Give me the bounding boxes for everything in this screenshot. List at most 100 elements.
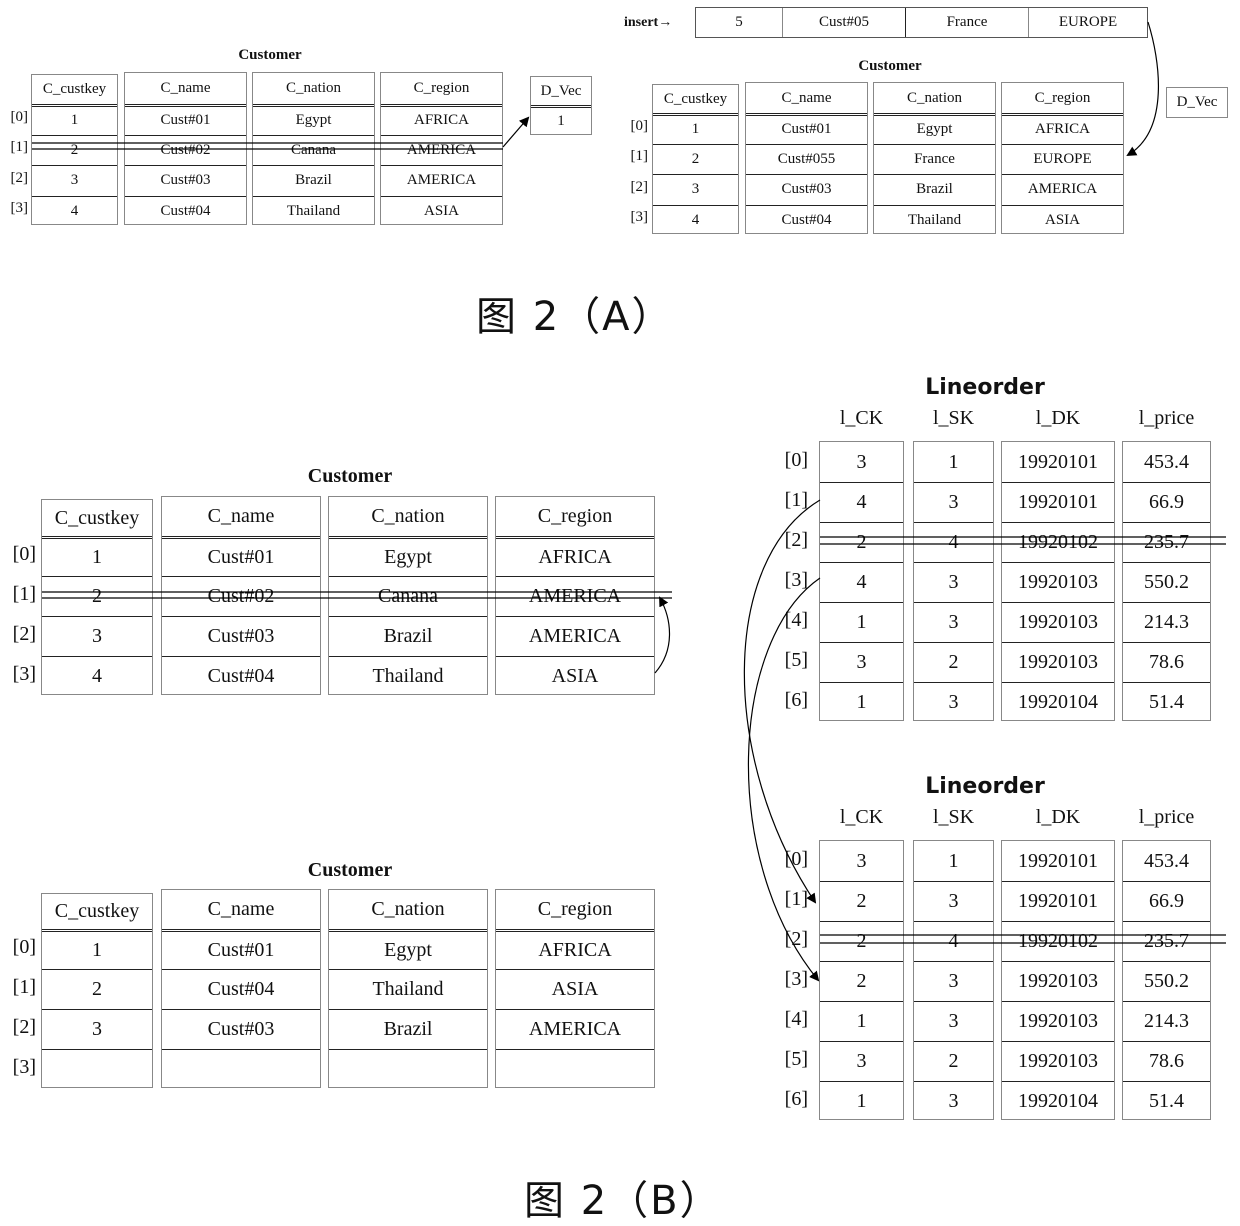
table-cell: Thailand: [329, 656, 487, 696]
table-column: C_nation Egypt Thailand Brazil: [328, 889, 488, 1088]
insert-label: insert→: [624, 15, 673, 30]
dvec-value: 1: [531, 105, 591, 135]
table-cell: 3: [914, 682, 993, 722]
column-header: C_name: [207, 898, 275, 920]
table-cell: 4: [914, 522, 993, 562]
table-cell: 19920101: [1018, 849, 1098, 872]
table-column: C_name Cust#01 Cust#055 Cust#03 Cust#04: [745, 82, 868, 234]
table-cell: 1: [42, 536, 152, 576]
table-cell: [42, 1049, 152, 1089]
table-cell: 19920101: [1002, 482, 1114, 522]
insert-custkey: 5: [696, 8, 783, 37]
arrow-to-dvec: [502, 116, 530, 148]
dvec-column: D_Vec 1: [530, 76, 592, 135]
table-cell: 3: [820, 1041, 903, 1081]
table-column: 453.4 66.9 235.7 550.2 214.3 78.6 51.4: [1122, 840, 1211, 1120]
row-index: [0]: [784, 848, 808, 870]
table-cell: 19920102: [1002, 522, 1114, 562]
table-cell: AFRICA: [496, 929, 654, 969]
table-cell: AFRICA: [496, 536, 654, 576]
move-arrow: [654, 596, 671, 674]
row-index: [1]: [784, 489, 808, 511]
table-cell: [496, 1049, 654, 1089]
table-cell: ASIA: [1002, 204, 1123, 236]
table-cell: Cust#04: [746, 204, 867, 236]
insert-nation: France: [906, 8, 1029, 37]
update-arrow: [747, 577, 821, 982]
table-cell: 3: [914, 961, 993, 1001]
table-cell: 19920103: [1002, 1041, 1114, 1081]
table-column: 19920101 19920101 19920102 19920103 19920103…: [1001, 840, 1115, 1120]
column-header: C_custkey: [54, 900, 140, 922]
table-cell: AMERICA: [496, 616, 654, 656]
table-cell: AMERICA: [381, 165, 502, 196]
column-header: C_nation: [286, 80, 341, 96]
column-header: C_region: [537, 505, 613, 527]
table-column: C_name Cust#01 Cust#02 Cust#03 Cust#04: [124, 72, 247, 225]
table-cell: 453.4: [1144, 849, 1189, 872]
table-cell: 19920101: [1018, 450, 1098, 473]
row-index: [2]: [10, 169, 29, 186]
table-cell: Brazil: [329, 616, 487, 656]
table-cell: Brazil: [874, 174, 995, 205]
row-index: [2]: [12, 1016, 36, 1038]
dvec-header: D_Vec: [540, 82, 582, 99]
column-header: C_custkey: [663, 90, 728, 107]
table-column: C_custkey 1 2 3 4: [41, 499, 153, 695]
row-index: [2]: [12, 623, 36, 645]
table-column: C_region AFRICA AMERICA AMERICA ASIA: [380, 72, 503, 225]
column-header: l_DK: [1035, 407, 1081, 429]
table-cell: France: [874, 143, 995, 175]
table-cell: AFRICA: [381, 104, 502, 135]
column-header: C_region: [1034, 89, 1091, 106]
table-cell: 214.3: [1123, 1001, 1210, 1041]
table-cell: 19920104: [1002, 682, 1114, 722]
table-cell: ASIA: [496, 969, 654, 1009]
table-column: 1343323: [913, 441, 994, 721]
table-cell: AMERICA: [381, 134, 502, 166]
row-index: [4]: [784, 1008, 808, 1030]
table-column: C_region AFRICA AMERICA AMERICA ASIA: [495, 496, 655, 695]
table-cell: 3: [820, 642, 903, 682]
table-title: Customer: [238, 47, 302, 63]
row-index: [4]: [784, 609, 808, 631]
table-cell: Cust#02: [162, 576, 320, 616]
table-cell: 3: [32, 165, 117, 196]
table-title: Lineorder: [925, 774, 1045, 799]
column-header: l_price: [1138, 806, 1195, 828]
table-cell: 1: [820, 1001, 903, 1041]
table-cell: Cust#055: [746, 143, 867, 175]
table-cell: Thailand: [874, 204, 995, 236]
table-cell: 19920102: [1002, 921, 1114, 961]
table-cell: 4: [42, 656, 152, 696]
table-column: C_nation Egypt France Brazil Thailand: [873, 82, 996, 234]
table-cell: 235.7: [1123, 921, 1210, 961]
table-cell: 3: [914, 562, 993, 602]
dvec-box: D_Vec: [1166, 87, 1228, 118]
row-index: [1]: [630, 148, 649, 165]
table-cell: 550.2: [1123, 562, 1210, 602]
row-index: [6]: [784, 1088, 808, 1110]
table-cell: 19920103: [1002, 602, 1114, 642]
table-cell: [329, 1049, 487, 1089]
column-header: C_name: [781, 89, 832, 106]
table-cell: 214.3: [1123, 602, 1210, 642]
column-header: l_SK: [932, 806, 975, 828]
column-header: C_name: [160, 80, 211, 96]
table-column: C_region AFRICA ASIA AMERICA: [495, 889, 655, 1088]
table-cell: 3: [914, 602, 993, 642]
table-column: 3222131: [819, 840, 904, 1120]
table-cell: 3: [856, 849, 867, 872]
table-cell: 4: [820, 562, 903, 602]
insert-row: 5 Cust#05 France EUROPE: [695, 7, 1148, 38]
table-cell: 1: [653, 113, 738, 144]
column-header: C_custkey: [54, 506, 140, 529]
table-cell: AMERICA: [496, 1009, 654, 1049]
row-index: [1]: [12, 583, 36, 605]
table-column: C_name Cust#01 Cust#02 Cust#03 Cust#04: [161, 496, 321, 695]
column-header: C_region: [413, 80, 470, 96]
column-header: C_nation: [907, 89, 962, 106]
table-cell: 2: [32, 134, 117, 166]
table-cell: Cust#03: [125, 165, 246, 196]
table-column: C_region AFRICA EUROPE AMERICA ASIA: [1001, 82, 1124, 234]
